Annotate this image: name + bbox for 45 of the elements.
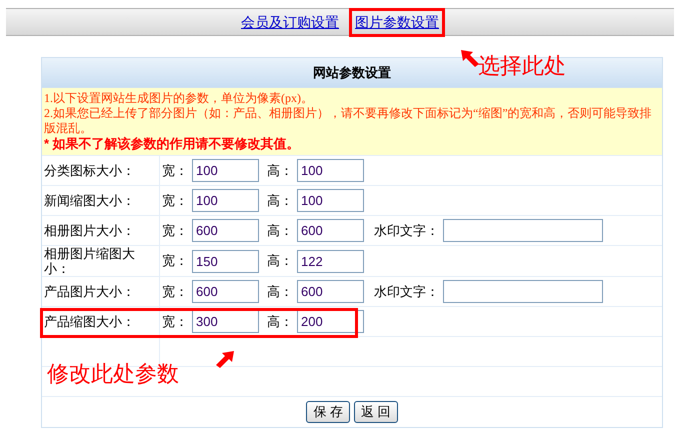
input-field[interactable] <box>443 219 603 242</box>
input-field[interactable]: 100 <box>297 189 364 212</box>
field-label: 高： <box>267 252 293 270</box>
field-label: 宽： <box>162 252 188 270</box>
field-label: 相册图片缩图大小： <box>44 246 136 276</box>
field-label: 水印文字： <box>374 282 439 301</box>
input-field[interactable]: 600 <box>192 219 259 242</box>
panel-title: 网站参数设置 <box>313 64 391 82</box>
nav-link[interactable]: 图片参数设置 <box>349 8 445 36</box>
field-label: 高： <box>267 312 293 331</box>
arrow-icon <box>214 349 236 369</box>
field-label: 高： <box>267 192 293 210</box>
notice-text: 2.如果您已经上传了部分图片（如：产品、相册图片），请不要再修改下面标记为“缩图”的宽和高，否则可能导致排版混乱。 <box>44 106 653 136</box>
field-label: 相册图片大小： <box>44 223 135 238</box>
field-label: 产品缩图大小： <box>44 314 135 329</box>
field-label: 宽： <box>162 222 188 240</box>
field-label: 分类图标大小： <box>44 163 135 178</box>
input-field[interactable]: 150 <box>192 250 259 272</box>
input-field[interactable]: 122 <box>297 250 364 272</box>
field-label: 宽： <box>162 162 188 180</box>
form-button[interactable]: 返 回 <box>354 401 398 423</box>
field-label: 宽： <box>162 282 188 301</box>
field-label: 高： <box>267 282 293 301</box>
callout-text: 选择此处 <box>478 52 566 80</box>
input-field[interactable]: 300 <box>192 310 259 333</box>
notice-text: * 如果不了解该参数的作用请不要修改其值。 <box>44 136 301 152</box>
form-button[interactable]: 保 存 <box>306 401 350 423</box>
field-label: 宽： <box>162 312 188 331</box>
field-label: 新闻缩图大小： <box>44 193 135 208</box>
callout-text: 修改此处参数 <box>47 360 179 388</box>
field-label: 水印文字： <box>374 222 439 240</box>
input-field[interactable]: 600 <box>297 219 364 242</box>
input-field[interactable]: 600 <box>192 280 259 303</box>
input-field[interactable]: 600 <box>297 280 364 303</box>
input-field[interactable]: 200 <box>297 310 364 333</box>
input-field[interactable]: 100 <box>192 159 259 182</box>
field-label: 宽： <box>162 192 188 210</box>
input-field[interactable] <box>443 280 603 303</box>
field-label: 高： <box>267 222 293 240</box>
notice-text: 1.以下设置网站生成图片的参数，单位为像素(px)。 <box>44 91 314 106</box>
nav-link[interactable]: 会员及订购设置 <box>235 8 345 36</box>
field-label: 产品图片大小： <box>44 284 135 299</box>
input-field[interactable]: 100 <box>297 159 364 182</box>
input-field[interactable]: 100 <box>192 189 259 212</box>
field-label: 高： <box>267 162 293 180</box>
